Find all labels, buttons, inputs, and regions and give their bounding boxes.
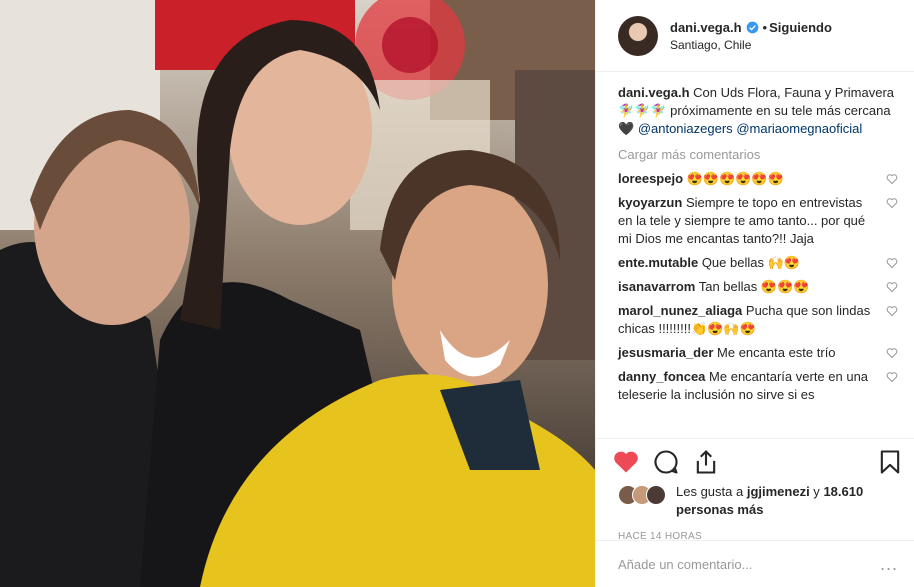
header-username[interactable]: dani.vega.h: [670, 20, 742, 35]
post-header: dani.vega.h • Siguiendo Santiago, Chile: [596, 0, 914, 72]
comment-text: Me encanta este trío: [717, 345, 836, 360]
add-comment-bar: ...: [596, 540, 914, 587]
heart-icon[interactable]: [886, 173, 898, 185]
comment-username[interactable]: isanavarrom: [618, 279, 695, 294]
load-more-comments[interactable]: Cargar más comentarios: [618, 146, 898, 164]
instagram-post: dani.vega.h • Siguiendo Santiago, Chile …: [0, 0, 914, 587]
comment-username[interactable]: danny_foncea: [618, 369, 705, 384]
post-sidebar: dani.vega.h • Siguiendo Santiago, Chile …: [595, 0, 914, 587]
heart-icon[interactable]: [886, 371, 898, 383]
mention-link[interactable]: @mariaomegnaoficial: [736, 121, 862, 136]
comment-text: 😍😍😍😍😍😍: [686, 171, 784, 186]
comment-username[interactable]: jesusmaria_der: [618, 345, 713, 360]
comment-item: jesusmaria_der Me encanta este trío: [618, 344, 898, 362]
comment-item: marol_nunez_aliaga Pucha que son lindas …: [618, 302, 898, 338]
avatar[interactable]: [618, 15, 658, 56]
photo-image: [0, 0, 595, 587]
bookmark-icon[interactable]: [876, 448, 904, 476]
comment-item: loreespejo 😍😍😍😍😍😍: [618, 170, 898, 188]
likes-prefix: Les gusta a: [676, 484, 747, 499]
likes-suffix: y: [809, 484, 820, 499]
following-button[interactable]: Siguiendo: [769, 20, 832, 35]
comment-item: kyoyarzun Siempre te topo en entrevistas…: [618, 194, 898, 248]
comment-input[interactable]: [618, 556, 848, 572]
comment-username[interactable]: ente.mutable: [618, 255, 698, 270]
likes-summary: Les gusta a jgjimenezi y 18.610 personas…: [596, 479, 914, 519]
more-icon[interactable]: ...: [880, 554, 898, 575]
comment-username[interactable]: kyoyarzun: [618, 195, 682, 210]
comment-username[interactable]: loreespejo: [618, 171, 683, 186]
comments-list[interactable]: dani.vega.h Con Uds Flora, Fauna y Prima…: [596, 72, 914, 437]
likes-text: Les gusta a jgjimenezi y 18.610 personas…: [676, 483, 866, 519]
liker-username[interactable]: jgjimenezi: [747, 484, 810, 499]
comment-text: Que bellas 🙌😍: [701, 255, 800, 270]
avatar[interactable]: [646, 485, 666, 505]
share-icon[interactable]: [692, 448, 720, 476]
header-separator: •: [762, 19, 768, 35]
comment-item: danny_foncea Me encantaría verte en una …: [618, 368, 898, 404]
heart-icon[interactable]: [886, 305, 898, 317]
location-link[interactable]: Santiago, Chile: [670, 38, 832, 52]
comment-item: ente.mutable Que bellas 🙌😍: [618, 254, 898, 272]
comment-text: Tan bellas 😍😍😍: [698, 279, 810, 294]
comment-item: isanavarrom Tan bellas 😍😍😍: [618, 278, 898, 296]
heart-icon[interactable]: [886, 197, 898, 209]
heart-icon[interactable]: [612, 448, 640, 476]
caption: dani.vega.h Con Uds Flora, Fauna y Prima…: [618, 84, 898, 138]
post-timestamp[interactable]: HACE 14 HORAS: [596, 519, 914, 542]
mention-link[interactable]: @antoniazegers: [638, 121, 733, 136]
heart-icon[interactable]: [886, 257, 898, 269]
comment-icon[interactable]: [652, 448, 680, 476]
heart-icon[interactable]: [886, 281, 898, 293]
heart-icon[interactable]: [886, 347, 898, 359]
header-info: dani.vega.h • Siguiendo Santiago, Chile: [670, 20, 832, 52]
verified-icon: [746, 21, 758, 33]
post-photo[interactable]: [0, 0, 595, 587]
comment-username[interactable]: marol_nunez_aliaga: [618, 303, 742, 318]
liker-avatars: [618, 485, 666, 505]
header-row: dani.vega.h • Siguiendo: [670, 20, 832, 35]
caption-username[interactable]: dani.vega.h: [618, 85, 690, 100]
action-icons: [596, 439, 914, 479]
